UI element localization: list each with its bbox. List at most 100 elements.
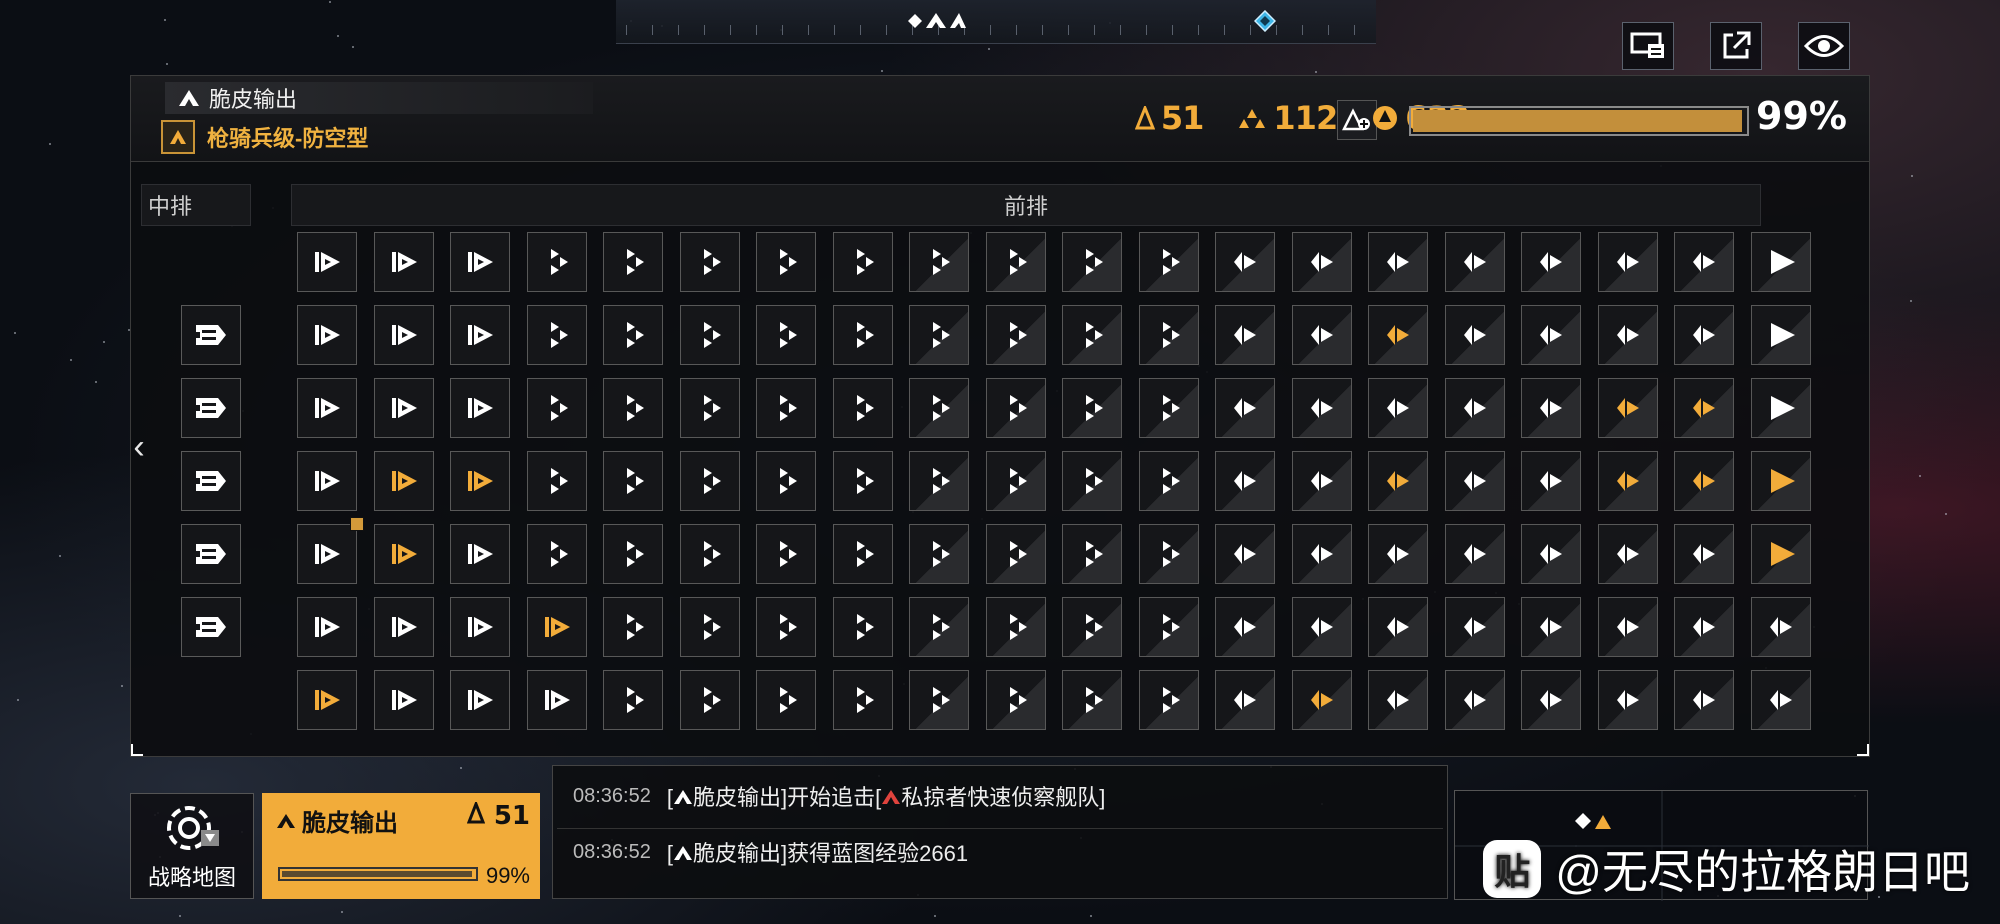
- ship-slot[interactable]: [1750, 232, 1811, 292]
- ship-slot[interactable]: [1597, 597, 1658, 657]
- ship-slot[interactable]: [679, 451, 740, 511]
- ship-slot[interactable]: [373, 232, 434, 292]
- ship-slot[interactable]: [1674, 524, 1734, 584]
- ship-slot[interactable]: [526, 670, 587, 730]
- ship-slot[interactable]: [297, 232, 357, 292]
- ship-slot[interactable]: [1368, 597, 1428, 657]
- ship-slot[interactable]: [832, 232, 893, 292]
- ship-slot[interactable]: [1674, 670, 1734, 730]
- middle-row-slot[interactable]: [181, 305, 241, 365]
- ship-slot[interactable]: [832, 305, 893, 365]
- ship-slot[interactable]: [603, 451, 663, 511]
- ship-slot[interactable]: [909, 597, 969, 657]
- ship-slot[interactable]: [909, 305, 969, 365]
- ship-slot[interactable]: [373, 451, 434, 511]
- selected-fleet-card[interactable]: 脆皮输出 51 99%: [262, 793, 540, 899]
- ship-slot[interactable]: [603, 232, 663, 292]
- ship-slot[interactable]: [1291, 378, 1352, 438]
- ship-slot[interactable]: [1521, 378, 1581, 438]
- ship-slot[interactable]: [1138, 232, 1199, 292]
- ship-slot[interactable]: [603, 524, 663, 584]
- ship-slot[interactable]: [1674, 305, 1734, 365]
- ship-slot[interactable]: [1750, 378, 1811, 438]
- screen-toggle-button[interactable]: [1622, 22, 1674, 70]
- middle-row-slot[interactable]: [181, 524, 241, 584]
- ship-slot[interactable]: [603, 305, 663, 365]
- ship-slot[interactable]: [450, 451, 510, 511]
- ship-slot[interactable]: [1138, 524, 1199, 584]
- ship-slot[interactable]: [1291, 670, 1352, 730]
- ship-slot[interactable]: [450, 305, 510, 365]
- ship-slot[interactable]: [450, 670, 510, 730]
- ship-slot[interactable]: [450, 597, 510, 657]
- ship-slot[interactable]: [1062, 232, 1122, 292]
- ship-slot[interactable]: [1521, 597, 1581, 657]
- fleet-name-tab[interactable]: 脆皮输出: [165, 82, 593, 114]
- ship-slot[interactable]: [756, 524, 816, 584]
- ship-slot[interactable]: [1444, 451, 1505, 511]
- ship-slot[interactable]: [1368, 670, 1428, 730]
- middle-row-slot[interactable]: [181, 597, 241, 657]
- ship-slot[interactable]: [1597, 305, 1658, 365]
- ship-slot[interactable]: [450, 232, 510, 292]
- ship-slot[interactable]: [1750, 305, 1811, 365]
- ship-slot[interactable]: [1750, 451, 1811, 511]
- ship-slot[interactable]: [297, 305, 357, 365]
- ship-slot[interactable]: [373, 378, 434, 438]
- ship-slot[interactable]: [1138, 451, 1199, 511]
- ship-slot[interactable]: [450, 524, 510, 584]
- ship-slot[interactable]: [1138, 378, 1199, 438]
- ship-slot[interactable]: [1291, 597, 1352, 657]
- share-button[interactable]: [1710, 22, 1762, 70]
- ship-slot[interactable]: [1291, 451, 1352, 511]
- ship-slot[interactable]: [1521, 232, 1581, 292]
- ship-slot[interactable]: [985, 524, 1046, 584]
- ship-slot[interactable]: [1062, 524, 1122, 584]
- ship-slot[interactable]: [909, 232, 969, 292]
- ship-slot[interactable]: [679, 305, 740, 365]
- ship-slot[interactable]: [1750, 670, 1811, 730]
- ship-slot[interactable]: [679, 378, 740, 438]
- ship-slot[interactable]: [1750, 597, 1811, 657]
- ship-slot[interactable]: [1368, 524, 1428, 584]
- ship-slot[interactable]: [373, 597, 434, 657]
- ship-slot[interactable]: [1521, 670, 1581, 730]
- ship-slot[interactable]: [1597, 378, 1658, 438]
- ship-slot[interactable]: [909, 378, 969, 438]
- ship-slot[interactable]: [1215, 451, 1275, 511]
- ship-slot[interactable]: [1291, 232, 1352, 292]
- ship-slot[interactable]: [1215, 305, 1275, 365]
- ship-slot[interactable]: [756, 378, 816, 438]
- ship-slot[interactable]: [1368, 378, 1428, 438]
- ship-slot[interactable]: [1368, 451, 1428, 511]
- ship-slot[interactable]: [1215, 524, 1275, 584]
- ship-slot[interactable]: [297, 378, 357, 438]
- ship-slot[interactable]: [909, 670, 969, 730]
- ship-slot[interactable]: [1674, 597, 1734, 657]
- ship-slot[interactable]: [373, 305, 434, 365]
- ship-slot[interactable]: [603, 670, 663, 730]
- ship-slot[interactable]: [985, 451, 1046, 511]
- ship-slot[interactable]: [373, 670, 434, 730]
- ship-slot[interactable]: [450, 378, 510, 438]
- ship-slot[interactable]: [832, 670, 893, 730]
- ship-slot[interactable]: [679, 232, 740, 292]
- ship-slot[interactable]: [832, 597, 893, 657]
- ship-slot[interactable]: [1521, 305, 1581, 365]
- ship-slot[interactable]: [832, 524, 893, 584]
- middle-row-slot[interactable]: [181, 378, 241, 438]
- ship-slot[interactable]: [1597, 670, 1658, 730]
- ship-slot[interactable]: [985, 232, 1046, 292]
- ship-slot[interactable]: [679, 670, 740, 730]
- ship-slot[interactable]: [832, 378, 893, 438]
- ship-slot[interactable]: [1368, 232, 1428, 292]
- ship-slot[interactable]: [297, 670, 357, 730]
- ship-slot[interactable]: [1291, 524, 1352, 584]
- ship-slot[interactable]: [1444, 232, 1505, 292]
- ship-slot[interactable]: [1215, 670, 1275, 730]
- strategic-map-button[interactable]: 战略地图: [130, 793, 254, 899]
- collapse-left-arrow[interactable]: ‹: [129, 428, 149, 467]
- ship-slot[interactable]: [1062, 597, 1122, 657]
- ship-slot[interactable]: [756, 451, 816, 511]
- ship-slot[interactable]: [1215, 232, 1275, 292]
